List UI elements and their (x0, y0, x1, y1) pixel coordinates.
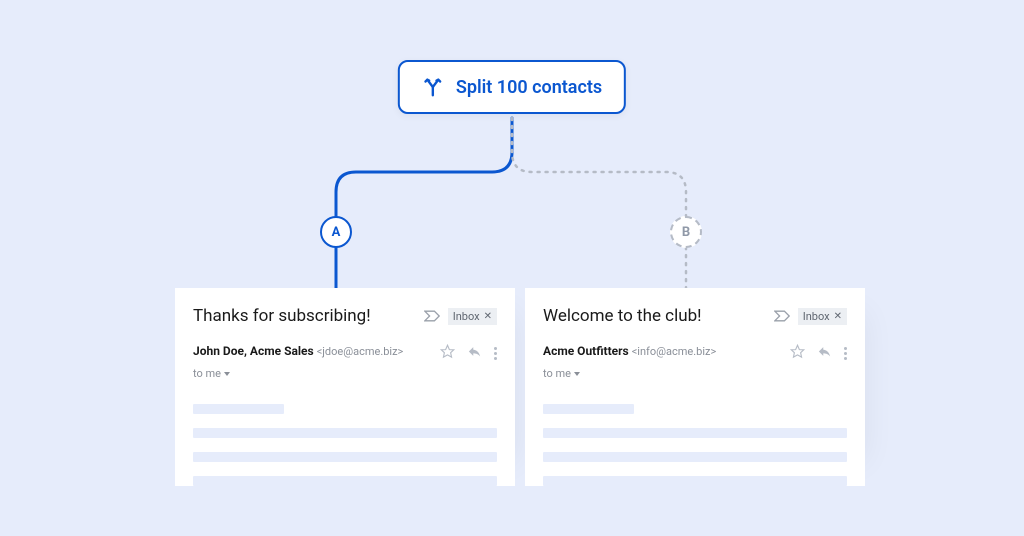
branch-letter-a: A (332, 225, 341, 240)
star-icon[interactable] (440, 344, 455, 363)
inbox-tag[interactable]: Inbox ✕ (448, 308, 497, 325)
branch-letter-b: B (682, 225, 690, 240)
more-icon[interactable] (494, 347, 497, 360)
branch-badge-a: A (320, 216, 352, 248)
chevron-down-icon (574, 372, 580, 376)
important-icon[interactable] (424, 307, 440, 326)
to-line-a[interactable]: to me (193, 367, 497, 380)
important-icon[interactable] (774, 307, 790, 326)
split-icon (422, 76, 444, 98)
reply-icon[interactable] (467, 344, 482, 363)
star-icon[interactable] (790, 344, 805, 363)
sender-name-b: Acme Outfitters (543, 344, 629, 358)
more-icon[interactable] (844, 347, 847, 360)
sender-email-b: <info@acme.biz> (632, 345, 717, 358)
close-icon[interactable]: ✕ (834, 311, 842, 322)
inbox-tag[interactable]: Inbox ✕ (798, 308, 847, 325)
email-body-placeholder (543, 404, 847, 486)
sender-email-a: <jdoe@acme.biz> (317, 345, 404, 358)
to-line-b[interactable]: to me (543, 367, 847, 380)
split-node[interactable]: Split 100 contacts (398, 60, 626, 114)
email-preview-a: Thanks for subscribing! Inbox ✕ John Doe… (175, 288, 515, 486)
email-subject-b: Welcome to the club! (543, 306, 702, 326)
chevron-down-icon (224, 372, 230, 376)
close-icon[interactable]: ✕ (484, 311, 492, 322)
branch-badge-b: B (670, 216, 702, 248)
sender-name-a: John Doe, Acme Sales (193, 344, 314, 358)
email-body-placeholder (193, 404, 497, 486)
split-label: Split 100 contacts (456, 77, 602, 98)
reply-icon[interactable] (817, 344, 832, 363)
email-preview-b: Welcome to the club! Inbox ✕ Acme Outfit… (525, 288, 865, 486)
email-subject-a: Thanks for subscribing! (193, 306, 371, 326)
